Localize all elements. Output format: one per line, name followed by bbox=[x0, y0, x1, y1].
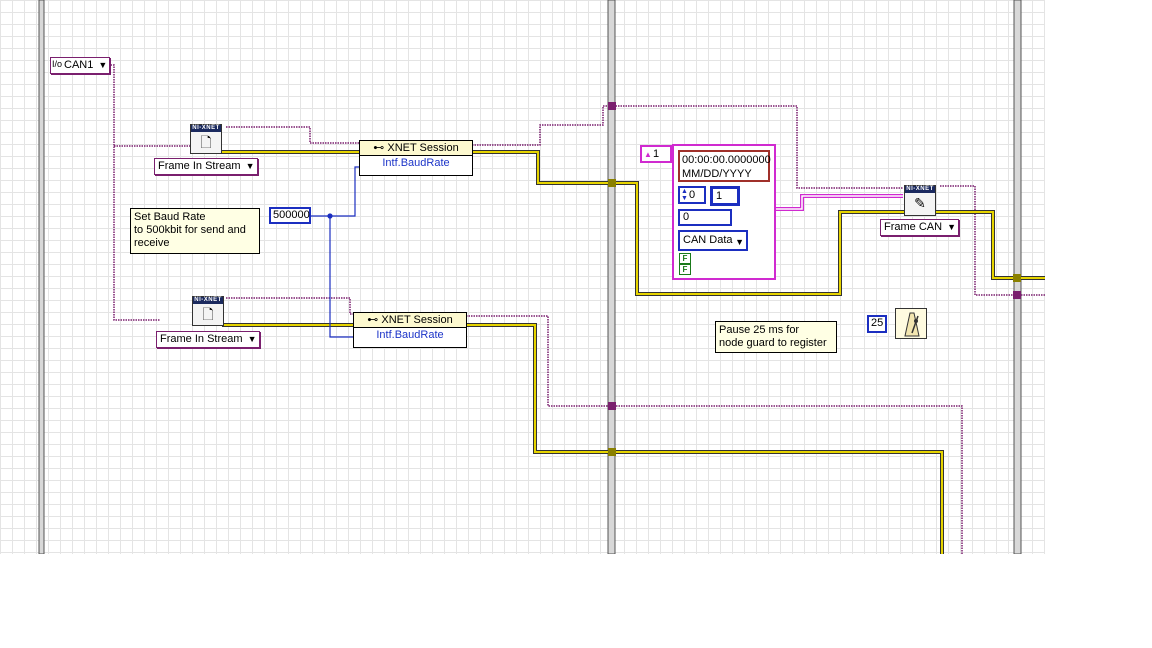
key-icon: ⊷ bbox=[367, 314, 382, 326]
session-mode-selector-1[interactable]: Frame In Stream ▼ bbox=[154, 158, 258, 175]
wait-ms-constant[interactable]: 25 bbox=[867, 315, 887, 333]
interface-constant[interactable]: I/o CAN1 ▼ bbox=[50, 57, 111, 74]
property-node-header: ⊷ XNET Session bbox=[360, 141, 472, 156]
write-mode-value: Frame CAN bbox=[884, 221, 943, 233]
wire-layer bbox=[38, 0, 1045, 554]
io-icon: I/o bbox=[52, 59, 63, 69]
identifier-field[interactable]: ▲ ▼ 0 bbox=[678, 186, 706, 204]
chevron-down-icon[interactable]: ▼ bbox=[947, 221, 956, 234]
xnet-logo-label: NI-XNET bbox=[191, 125, 221, 132]
xnet-logo-label: NI-XNET bbox=[193, 297, 223, 304]
length-field[interactable]: 1 bbox=[710, 186, 740, 206]
key-icon: ⊷ bbox=[373, 142, 388, 154]
sequence-frame-borders bbox=[38, 0, 1022, 554]
frame-array-constant[interactable]: 00:00:00.0000000 MM/DD/YYYY ▲ ▼ 0 1 0 CAN… bbox=[672, 144, 776, 280]
extended-field[interactable]: 0 bbox=[678, 209, 732, 226]
write-mode-selector[interactable]: Frame CAN ▼ bbox=[880, 219, 960, 236]
metronome-icon bbox=[904, 312, 920, 337]
property-node-header: ⊷ XNET Session bbox=[354, 313, 466, 328]
timestamp-field[interactable]: 00:00:00.0000000 MM/DD/YYYY bbox=[678, 150, 771, 182]
property-baud-rate[interactable]: Intf.BaudRate bbox=[360, 156, 472, 170]
spin-arrows-icon: ▲ ▼ bbox=[681, 188, 688, 202]
document-star-icon: 🗋 bbox=[202, 306, 214, 322]
create-session-icon-1[interactable]: NI-XNET 🗋 bbox=[190, 124, 222, 154]
baud-rate-constant[interactable]: 500000 bbox=[269, 207, 311, 224]
chevron-down-icon[interactable]: ▼ bbox=[246, 160, 255, 173]
chevron-down-icon[interactable]: ▼ bbox=[248, 333, 257, 346]
session-mode-value: Frame In Stream bbox=[160, 333, 243, 345]
document-star-icon: 🗋 bbox=[200, 134, 212, 150]
pencil-icon: ✎ bbox=[914, 195, 926, 211]
wait-function[interactable] bbox=[895, 308, 927, 339]
session-mode-selector-2[interactable]: Frame In Stream ▼ bbox=[156, 331, 260, 348]
chevron-down-icon[interactable]: ▼ bbox=[98, 59, 107, 72]
pause-comment: Pause 25 ms for node guard to register bbox=[715, 321, 837, 353]
xnet-logo-label: NI-XNET bbox=[905, 186, 935, 193]
echo-boolean[interactable]: F bbox=[679, 253, 691, 264]
write-node-icon[interactable]: NI-XNET ✎ bbox=[904, 185, 936, 216]
increment-icon: ▲ bbox=[644, 150, 652, 159]
create-session-icon-2[interactable]: NI-XNET 🗋 bbox=[192, 296, 224, 326]
frame-type-selector[interactable]: CAN Data ▼ bbox=[678, 230, 748, 251]
property-node-1[interactable]: ⊷ XNET Session Intf.BaudRate bbox=[359, 140, 473, 176]
property-baud-rate[interactable]: Intf.BaudRate bbox=[354, 328, 466, 342]
array-index-display[interactable]: ▲ 1 bbox=[640, 145, 672, 163]
chevron-down-icon[interactable]: ▼ bbox=[735, 236, 744, 249]
session-mode-value: Frame In Stream bbox=[158, 160, 241, 172]
frame-cluster-wire[interactable] bbox=[774, 194, 903, 211]
block-diagram[interactable]: I/o CAN1 ▼ NI-XNET 🗋 Frame In Stream ▼ ⊷… bbox=[0, 0, 1045, 554]
remote-boolean[interactable]: F bbox=[679, 264, 691, 275]
property-node-2[interactable]: ⊷ XNET Session Intf.BaudRate bbox=[353, 312, 467, 348]
interface-value: CAN1 bbox=[64, 59, 94, 71]
baud-rate-comment: Set Baud Rate to 500kbit for send and re… bbox=[130, 208, 260, 254]
